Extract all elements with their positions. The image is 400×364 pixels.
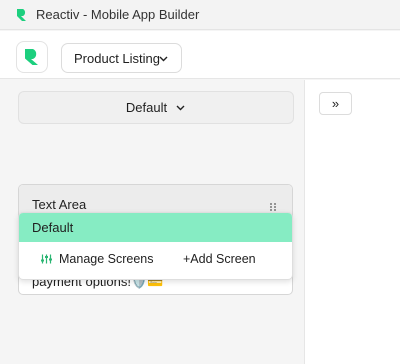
expand-panel-button[interactable]: » <box>319 92 352 115</box>
double-chevron-right-icon: » <box>331 96 340 111</box>
window-titlebar: Reactiv - Mobile App Builder <box>0 0 400 30</box>
window-title: Reactiv - Mobile App Builder <box>36 7 200 22</box>
add-screen-button[interactable]: +Add Screen <box>183 252 256 266</box>
reactiv-logo-icon <box>25 49 38 65</box>
variant-dropdown-menu: Default Manage Screens +Add Screen <box>18 212 293 280</box>
reactiv-logo-icon <box>17 8 26 21</box>
chevron-down-icon <box>159 56 168 62</box>
left-panel: Default Text Area Use this section to hi… <box>0 80 305 364</box>
variant-selector-value: Default <box>125 100 168 115</box>
dropdown-actions: Manage Screens +Add Screen <box>19 242 292 279</box>
right-panel: » <box>305 80 400 364</box>
sliders-icon <box>41 254 52 264</box>
screen-selector-value: Product Listing <box>74 50 160 66</box>
chevron-down-icon <box>176 105 185 111</box>
screen-selector[interactable]: Product Listing <box>61 43 182 73</box>
manage-screens-button[interactable]: Manage Screens <box>41 252 154 266</box>
top-toolbar: Product Listing <box>0 31 400 79</box>
drag-handle-icon[interactable] <box>270 203 276 211</box>
add-screen-label: +Add Screen <box>183 252 256 266</box>
dropdown-option-label: Default <box>32 220 74 235</box>
app-logo-button[interactable] <box>16 41 48 73</box>
card-title: Text Area <box>32 197 87 212</box>
manage-screens-label: Manage Screens <box>59 252 154 266</box>
variant-selector[interactable]: Default <box>18 91 294 124</box>
dropdown-option-default[interactable]: Default <box>19 213 292 242</box>
